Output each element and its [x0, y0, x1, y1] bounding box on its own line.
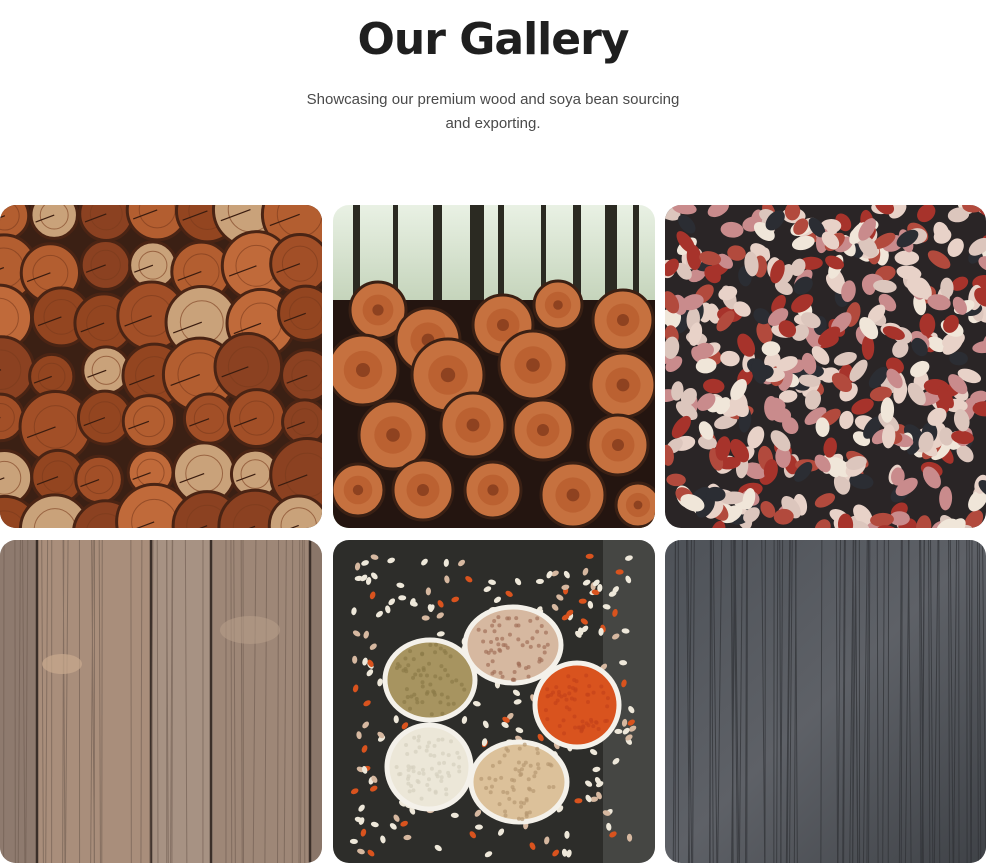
dark-wood-image — [665, 540, 986, 863]
gallery-image-mixed-beans[interactable] — [665, 205, 986, 528]
gallery-image-wood-planks[interactable] — [0, 540, 322, 863]
wood-planks-image — [0, 540, 322, 863]
gallery-image-dark-wood[interactable] — [665, 540, 986, 863]
gallery-grid — [0, 205, 986, 858]
mixed-beans-image — [665, 205, 986, 528]
page-title: Our Gallery — [0, 14, 986, 65]
legume-bowls-image — [333, 540, 655, 863]
page-subtitle: Showcasing our premium wood and soya bea… — [293, 88, 693, 136]
gallery-image-legume-bowls[interactable] — [333, 540, 655, 863]
forest-logs-image — [333, 205, 655, 528]
gallery-image-forest-logs[interactable] — [333, 205, 655, 528]
gallery-image-log-ends[interactable] — [0, 205, 322, 528]
log-ends-image — [0, 205, 322, 528]
